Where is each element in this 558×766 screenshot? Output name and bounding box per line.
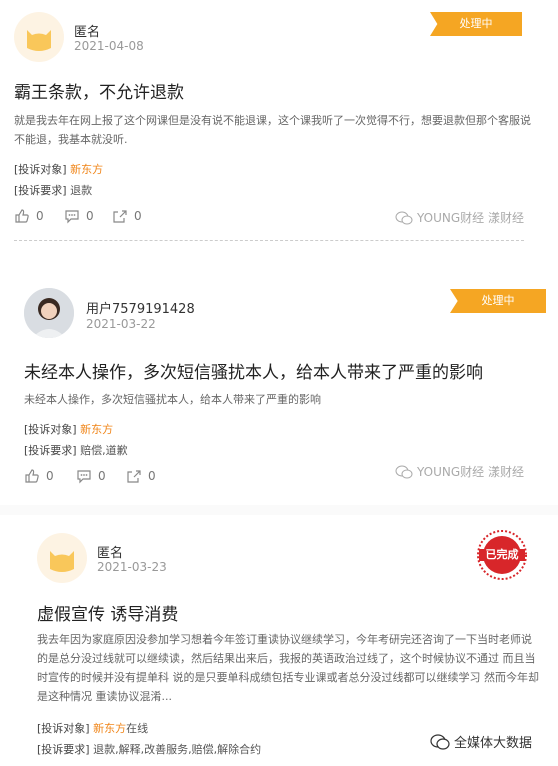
target-link[interactable]: 新东方	[80, 423, 113, 436]
wechat-icon	[395, 465, 413, 478]
status-badge: 处理中	[450, 289, 546, 313]
comment-icon	[77, 470, 91, 484]
status-seal: 已完成	[476, 529, 528, 581]
target-row: [投诉对象] 新东方在线	[37, 720, 148, 736]
cat-avatar-icon	[14, 12, 64, 62]
share-icon	[113, 210, 127, 223]
divider	[14, 240, 524, 241]
status-badge: 已完成	[485, 548, 519, 561]
comment-icon	[65, 210, 79, 224]
complaint-title[interactable]: 虚假宣传 诱导消费	[37, 600, 178, 625]
comment-button[interactable]: 0	[64, 208, 94, 224]
complaint-body: 就是我去年在网上报了这个网课但是没有说不能退课，这个课我听了一次觉得不行，想要退…	[14, 114, 531, 146]
comment-count: 0	[86, 209, 94, 223]
complaint-title[interactable]: 霸王条款，不允许退款	[14, 78, 184, 103]
share-count: 0	[148, 469, 156, 483]
like-count: 0	[36, 209, 44, 223]
target-label: [投诉对象]	[37, 722, 90, 735]
target-label: [投诉对象]	[14, 163, 67, 176]
complaint-feed: 匿名 2021-04-08 处理中 霸王条款，不允许退款 就是我去年在网上报了这…	[0, 0, 558, 766]
share-count: 0	[134, 209, 142, 223]
target-link[interactable]: 新东方	[93, 722, 126, 735]
watermark: YOUNG财经 漾财经	[395, 463, 524, 480]
complaint-body: 我去年因为家庭原因没参加学习想着今年签订重读协议继续学习，今年考研完还咨询了一下…	[37, 633, 539, 703]
request-row: [投诉要求] 赔偿,道歉	[24, 442, 128, 458]
complaint-card[interactable]: 匿名 2021-04-08 处理中 霸王条款，不允许退款 就是我去年在网上报了这…	[0, 0, 558, 245]
post-date: 2021-03-23	[97, 560, 167, 574]
post-date: 2021-03-22	[86, 317, 156, 331]
target-row: [投诉对象] 新东方	[14, 161, 103, 177]
like-button[interactable]: 0	[24, 468, 54, 484]
user-name: 用户7579191428	[86, 302, 195, 317]
user-name: 匿名	[74, 25, 101, 40]
like-count: 0	[46, 469, 54, 483]
request-label: [投诉要求]	[24, 444, 77, 457]
share-button[interactable]: 0	[112, 208, 142, 224]
user-photo	[24, 288, 74, 338]
request-label: [投诉要求]	[37, 743, 90, 756]
request-label: [投诉要求]	[14, 184, 67, 197]
comment-button[interactable]: 0	[76, 468, 106, 484]
post-date: 2021-04-08	[74, 39, 144, 53]
share-button[interactable]: 0	[126, 468, 156, 484]
request-value: 赔偿,道歉	[80, 444, 128, 457]
request-value: 退款,解释,改善服务,赔偿,解除合约	[93, 743, 262, 756]
complaint-card[interactable]: 用户7579191428 2021-03-22 处理中 未经本人操作，多次短信骚…	[0, 280, 558, 495]
like-icon	[25, 469, 39, 483]
user-name: 匿名	[97, 546, 124, 561]
wechat-icon	[430, 733, 450, 750]
wechat-icon	[395, 211, 413, 224]
target-row: [投诉对象] 新东方	[24, 421, 113, 437]
watermark: 全媒体大数据	[430, 732, 532, 751]
target-link[interactable]: 新东方	[70, 163, 103, 176]
complaint-card[interactable]: 匿名 2021-03-23 虚假宣传 诱导消费 我去年因为家庭原因没参加学习想着…	[0, 520, 558, 766]
target-label: [投诉对象]	[24, 423, 77, 436]
request-value: 退款	[70, 184, 93, 197]
complaint-body: 未经本人操作，多次短信骚扰本人，给本人带来了严重的影响	[24, 393, 321, 406]
complaint-title[interactable]: 未经本人操作，多次短信骚扰本人，给本人带来了严重的影响	[24, 358, 483, 383]
comment-count: 0	[98, 469, 106, 483]
watermark: YOUNG财经 漾财经	[395, 209, 524, 226]
like-icon	[15, 209, 29, 223]
status-badge: 处理中	[430, 12, 522, 36]
target-suffix: 在线	[126, 722, 149, 735]
like-button[interactable]: 0	[14, 208, 44, 224]
request-row: [投诉要求] 退款,解释,改善服务,赔偿,解除合约	[37, 741, 261, 757]
request-row: [投诉要求] 退款	[14, 182, 92, 198]
cat-avatar-icon	[37, 533, 87, 583]
divider	[0, 505, 558, 515]
share-icon	[127, 470, 141, 483]
